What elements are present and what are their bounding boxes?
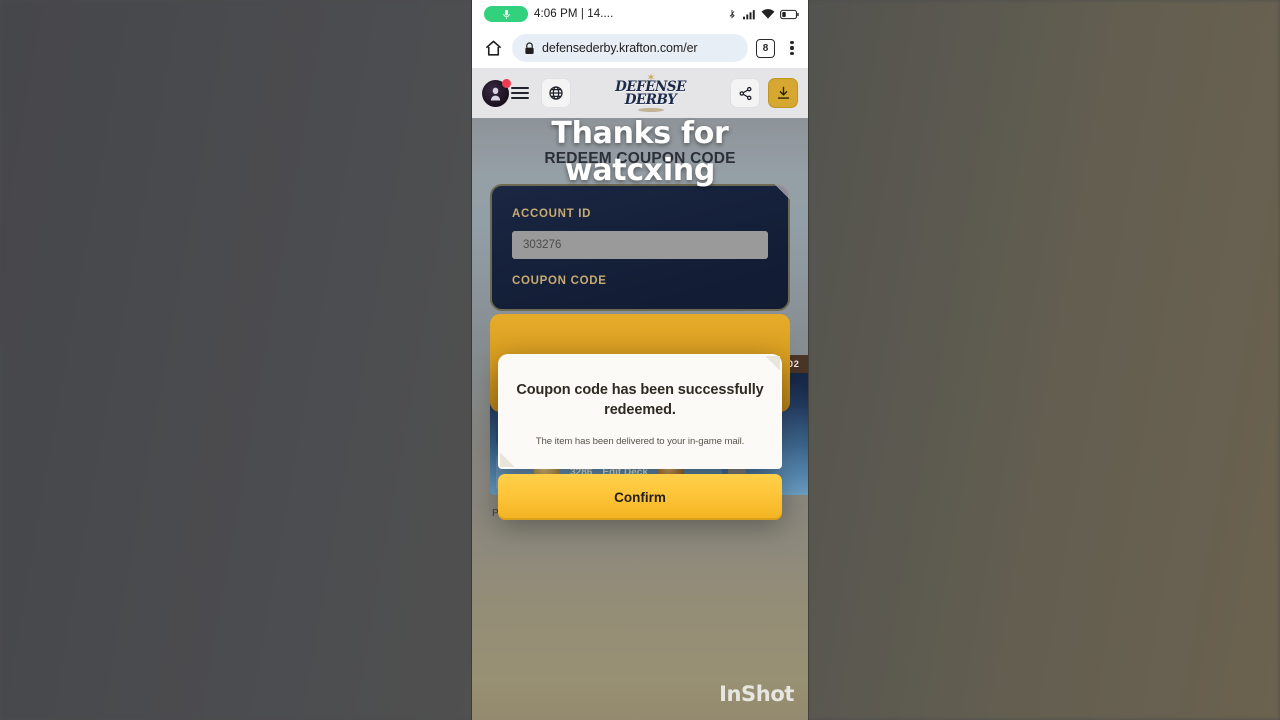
kebab-dot [790, 46, 794, 50]
account-id-input[interactable]: 303276 [512, 231, 768, 259]
lock-icon [525, 41, 534, 54]
battery-icon [780, 9, 799, 19]
modal-body: Coupon code has been successfully redeem… [498, 354, 782, 469]
kebab-menu-icon[interactable] [783, 40, 801, 56]
menu-line [511, 86, 529, 90]
modal-title: Coupon code has been successfully redeem… [516, 382, 764, 418]
logo-line-2: DERBY [624, 91, 677, 108]
bluetooth-icon [729, 9, 735, 19]
redeem-form-card: ACCOUNT ID 303276 COUPON CODE [490, 184, 790, 311]
overlay-caption-line-1: Thanks for [551, 116, 729, 151]
tab-count-label: 8 [762, 42, 769, 54]
kebab-dot [790, 40, 794, 44]
coupon-code-label: COUPON CODE [512, 275, 607, 287]
globe-icon[interactable] [541, 78, 571, 108]
phone-screen: 4:06 PM | 14.... defensederby.krafton.co… [472, 0, 808, 720]
avatar[interactable] [482, 78, 511, 107]
notification-badge [502, 78, 511, 88]
site-logo[interactable]: ✶ DEFENSE DERBY [571, 72, 730, 113]
share-icon[interactable] [730, 78, 760, 108]
home-icon[interactable] [482, 37, 504, 59]
tab-switcher-button[interactable]: 8 [756, 38, 775, 58]
menu-line [511, 96, 529, 100]
status-time-label: 4:06 PM | 14.... [534, 8, 614, 20]
url-text: defensederby.krafton.com/er [542, 41, 698, 55]
site-header: ✶ DEFENSE DERBY [472, 68, 808, 118]
microphone-icon [484, 6, 528, 22]
hamburger-menu-icon[interactable] [511, 86, 529, 100]
account-id-label: ACCOUNT ID [512, 208, 592, 220]
overlay-caption: Thanks for watcxing [472, 116, 808, 189]
page-content: REDEEM COUPON CODE ACCOUNT ID 303276 COU… [472, 118, 808, 720]
address-bar[interactable]: defensederby.krafton.com/er [512, 34, 748, 62]
android-status-bar: 4:06 PM | 14.... [472, 0, 808, 28]
status-icons [727, 7, 799, 21]
account-id-value: 303276 [523, 239, 562, 251]
inshot-watermark: InShot [719, 682, 794, 706]
cellular-signal-icon [743, 9, 755, 19]
menu-line [511, 91, 529, 95]
success-modal: Coupon code has been successfully redeem… [498, 354, 782, 520]
confirm-button[interactable]: Confirm [498, 474, 782, 520]
modal-subtitle: The item has been delivered to your in-g… [535, 436, 745, 447]
header-actions [730, 78, 798, 108]
overlay-caption-line-2: watcxing [564, 152, 716, 188]
kebab-dot [790, 52, 794, 56]
browser-omnibox-bar: defensederby.krafton.com/er 8 [472, 28, 808, 68]
download-icon[interactable] [768, 78, 798, 108]
logo-base-shape [637, 108, 664, 113]
wifi-icon [761, 9, 775, 19]
